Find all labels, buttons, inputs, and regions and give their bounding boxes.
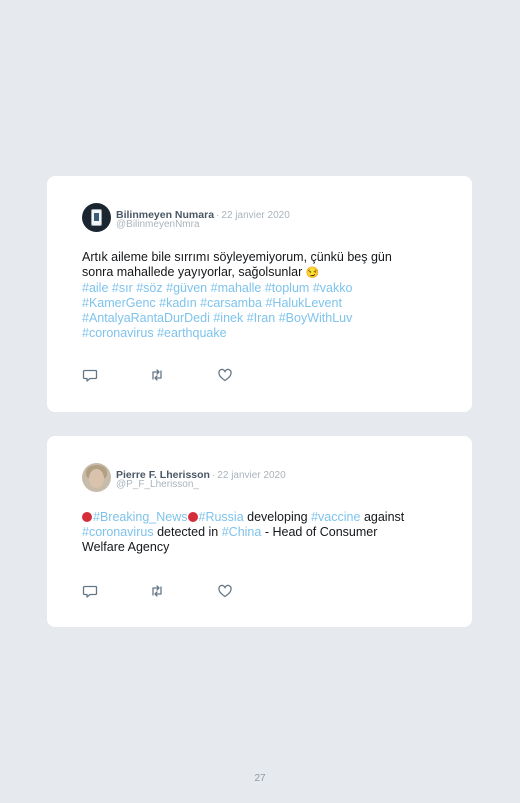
hashtag-link[interactable]: #vaccine: [311, 510, 360, 524]
stop-sign-icon: [82, 512, 92, 522]
avatar[interactable]: [82, 463, 111, 492]
tweet-text: Artık aileme bile sırrımı söyleyemiyorum…: [82, 250, 442, 341]
retweet-icon[interactable]: [149, 583, 165, 599]
separator: ·: [211, 470, 216, 481]
hashtag-link[interactable]: #earthquake: [157, 326, 227, 340]
hashtag-link[interactable]: #Iran: [247, 311, 276, 325]
tweet-date[interactable]: 22 janvier 2020: [221, 210, 289, 221]
hashtag-link[interactable]: #kadın: [159, 296, 197, 310]
tweet-text-fragment: detected in: [157, 525, 219, 539]
hashtag-link[interactable]: #carsamba: [200, 296, 262, 310]
separator: ·: [216, 210, 220, 221]
hashtag-line: #KamerGenc #kadın #carsamba #HalukLevent: [82, 296, 442, 311]
hashtag-link[interactable]: #coronavirus: [82, 326, 154, 340]
tweet-text-line: Welfare Agency: [82, 540, 170, 554]
tweet-card: Pierre F. Lherisson · 22 janvier 2020 @P_F…: [47, 436, 472, 627]
hashtag-line: #aile #sır #söz #güven #mahalle #toplum …: [82, 281, 442, 296]
smirk-emoji: 😏: [305, 267, 320, 279]
hashtag-link[interactable]: #KamerGenc: [82, 296, 156, 310]
hashtag-link[interactable]: #China: [222, 525, 262, 539]
hashtag-link[interactable]: #toplum: [265, 281, 309, 295]
author-handle[interactable]: @P_F_Lherisson_: [116, 479, 199, 490]
stop-sign-icon: [187, 512, 198, 522]
hashtag-link[interactable]: #Breaking_News: [93, 510, 188, 524]
hashtag-link[interactable]: #güven: [166, 281, 207, 295]
hashtag-link[interactable]: #HalukLevent: [265, 296, 341, 310]
reply-icon[interactable]: [82, 583, 98, 599]
avatar[interactable]: [82, 203, 111, 232]
hashtag-link[interactable]: #sır: [112, 281, 133, 295]
heart-icon[interactable]: [217, 367, 233, 383]
hashtag-link[interactable]: #Russia: [199, 510, 244, 524]
tweet-text-fragment: - Head of Consumer: [264, 525, 378, 539]
hashtag-link[interactable]: #AntalyaRantaDurDedi: [82, 311, 210, 325]
hashtag-link[interactable]: #söz: [136, 281, 162, 295]
reply-icon[interactable]: [82, 367, 98, 383]
tweet-text-line: Artık aileme bile sırrımı söyleyemiyorum…: [82, 250, 392, 264]
heart-icon[interactable]: [217, 583, 233, 599]
page-number: 27: [254, 773, 266, 784]
hashtag-link[interactable]: #coronavirus: [82, 525, 154, 539]
tweet-text-line: sonra mahallede yayıyorlar, sağolsunlar: [82, 265, 303, 279]
author-handle[interactable]: @BilinmeyenNmra: [116, 219, 200, 230]
tweet-text-fragment: developing: [247, 510, 308, 524]
retweet-icon[interactable]: [149, 367, 165, 383]
hashtag-line: #AntalyaRantaDurDedi #inek #Iran #BoyWit…: [82, 311, 442, 326]
hashtag-link[interactable]: #aile: [82, 281, 108, 295]
hashtag-link[interactable]: #mahalle: [211, 281, 262, 295]
hashtag-link[interactable]: #BoyWithLuv: [279, 311, 353, 325]
tweet-card: Bilinmeyen Numara · 22 janvier 2020 @Bilin…: [47, 176, 472, 412]
hashtag-link[interactable]: #vakko: [313, 281, 353, 295]
tweet-date[interactable]: 22 janvier 2020: [217, 470, 285, 481]
hashtag-link[interactable]: #inek: [213, 311, 243, 325]
tweet-text-fragment: against: [363, 510, 405, 524]
hashtag-line: #coronavirus #earthquake: [82, 326, 442, 341]
tweet-text: #Breaking_News #Russia developing #vaccin…: [82, 510, 442, 555]
